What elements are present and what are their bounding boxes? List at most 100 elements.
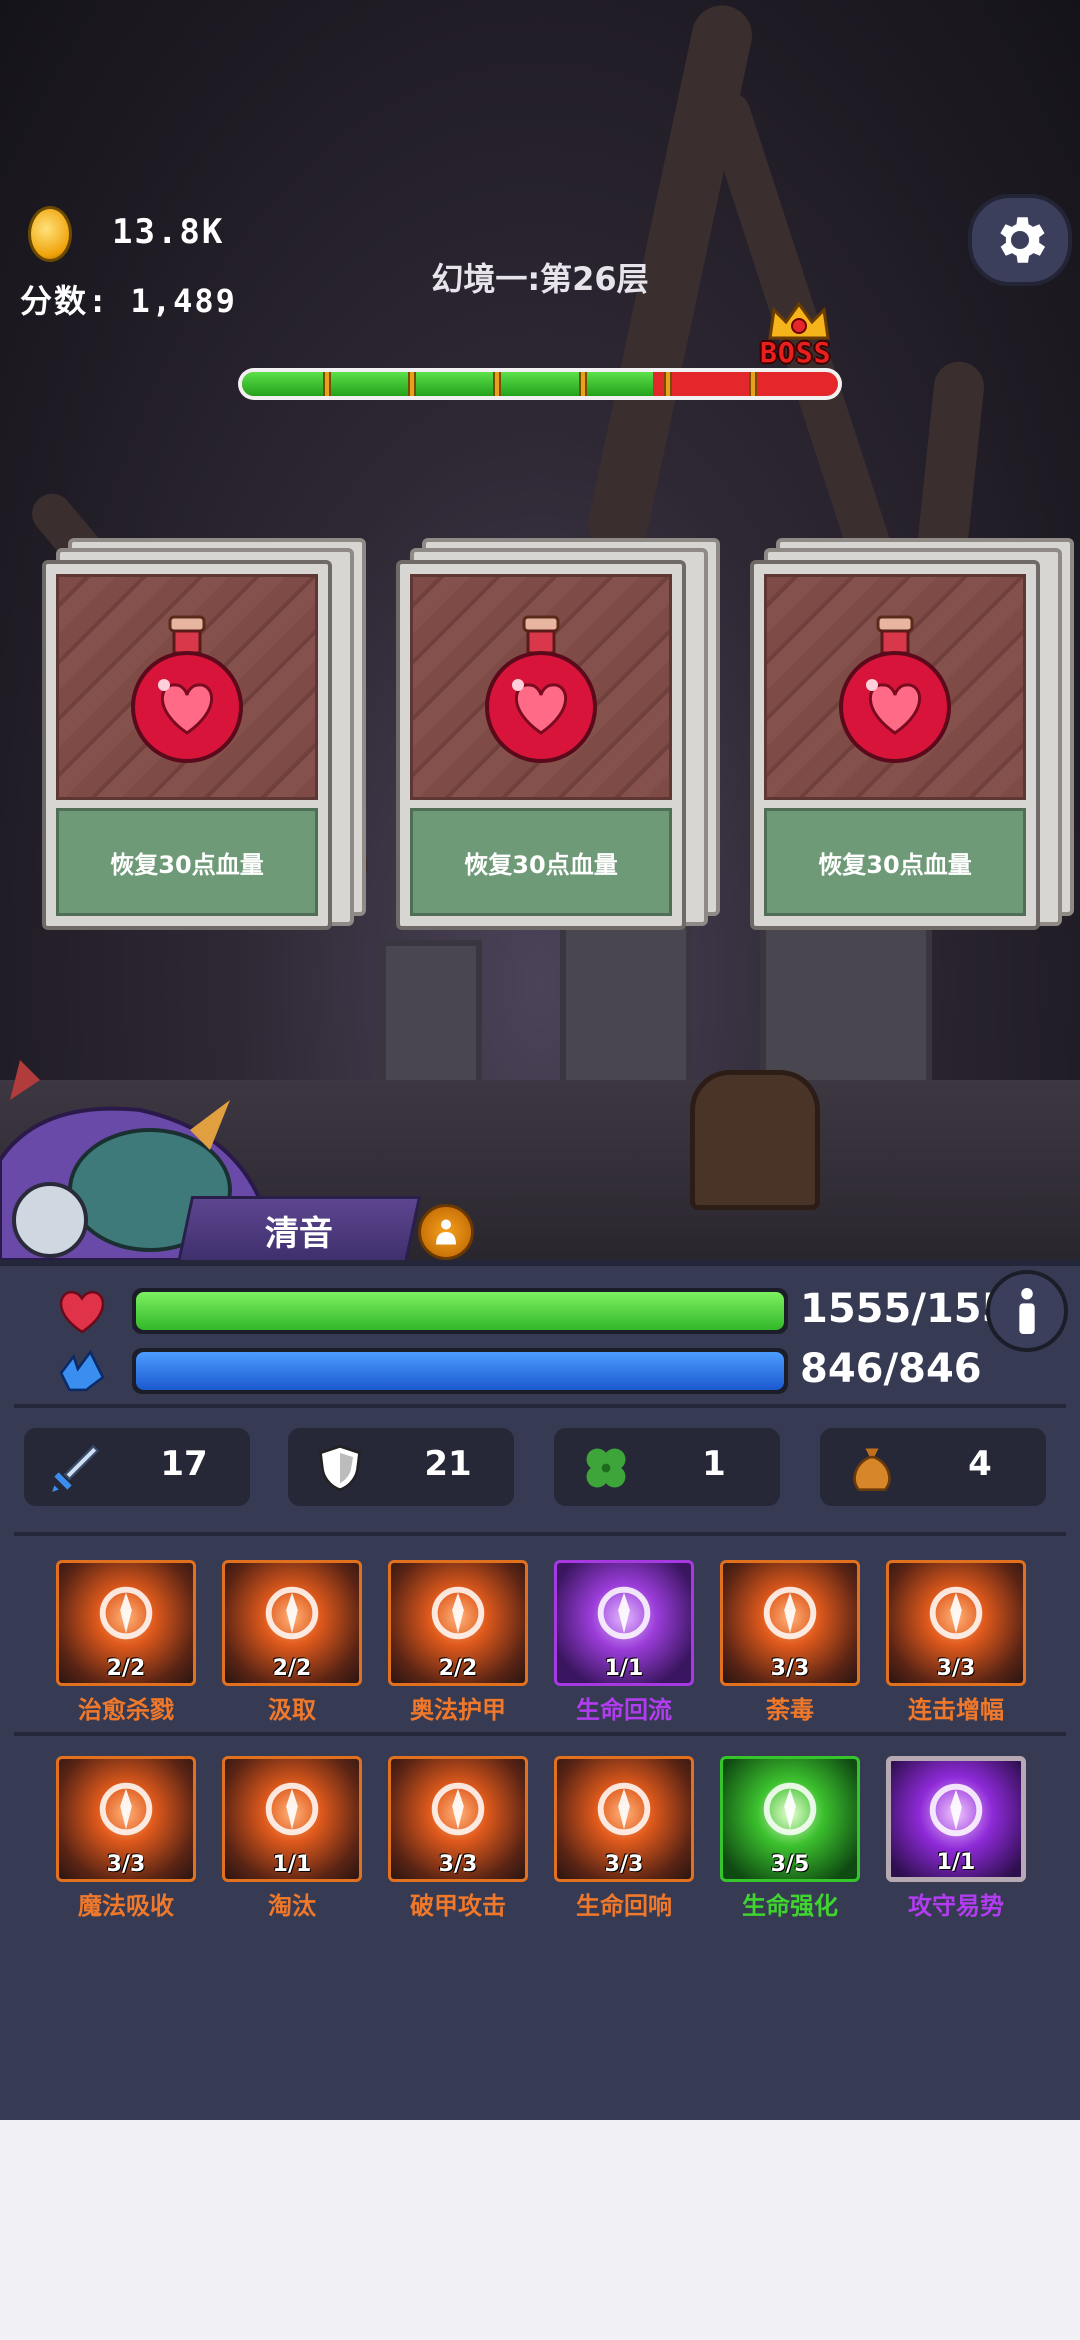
skill-tile[interactable]: 3/3 bbox=[886, 1560, 1026, 1686]
info-button[interactable] bbox=[986, 1270, 1068, 1352]
skill-count: 3/3 bbox=[770, 1656, 810, 1681]
bag-value: 4 bbox=[968, 1444, 992, 1484]
skill-name: 奥法护甲 bbox=[410, 1696, 506, 1724]
skill-tile[interactable]: 1/1 bbox=[222, 1756, 362, 1882]
skill-count: 2/2 bbox=[438, 1656, 478, 1681]
clover-icon bbox=[586, 1448, 626, 1488]
boss-marker: BOSS bbox=[760, 336, 832, 369]
skill-icon bbox=[431, 1783, 485, 1836]
skill-tile[interactable]: 2/2 bbox=[56, 1560, 196, 1686]
skill-tile[interactable]: 3/5 bbox=[720, 1756, 860, 1882]
level-progress-bar bbox=[238, 368, 842, 400]
skill-name: 治愈杀戮 bbox=[78, 1696, 174, 1724]
progress-tick bbox=[663, 372, 672, 396]
progress-tick bbox=[578, 372, 587, 396]
skill-count: 1/1 bbox=[936, 1850, 976, 1875]
skill-icon bbox=[929, 1587, 983, 1640]
skill-count: 3/3 bbox=[106, 1852, 146, 1877]
skill-icon bbox=[597, 1783, 651, 1836]
sword-icon bbox=[52, 1444, 100, 1492]
panel-divider bbox=[14, 1532, 1066, 1536]
level-progress-fill bbox=[242, 372, 654, 396]
defense-stat: 21 bbox=[288, 1428, 514, 1506]
reward-card-1[interactable]: 恢复30点血量 bbox=[42, 538, 366, 930]
stone-ruin bbox=[380, 940, 482, 1092]
level-title: 幻境一:第26层 bbox=[431, 260, 649, 298]
progress-tick bbox=[323, 372, 332, 396]
crown-icon bbox=[768, 301, 830, 340]
panel-divider bbox=[14, 1404, 1066, 1408]
skill-count: 3/3 bbox=[438, 1852, 478, 1877]
skill-name: 连击增幅 bbox=[908, 1696, 1004, 1724]
attack-value: 17 bbox=[160, 1444, 208, 1484]
defense-value: 21 bbox=[424, 1444, 472, 1484]
reward-card-label: 恢复30点血量 bbox=[410, 808, 672, 916]
skill-count: 3/5 bbox=[770, 1852, 810, 1877]
skill-tile[interactable]: 3/3 bbox=[56, 1756, 196, 1882]
heart-potion-icon bbox=[131, 615, 243, 763]
skill-count: 1/1 bbox=[604, 1656, 644, 1681]
skill-tile[interactable]: 3/3 bbox=[554, 1756, 694, 1882]
skill-tile[interactable]: 2/2 bbox=[222, 1560, 362, 1686]
heart-potion-icon bbox=[839, 615, 951, 763]
skill-name: 破甲攻击 bbox=[410, 1892, 506, 1920]
heart-icon bbox=[59, 1290, 105, 1334]
skill-icon bbox=[99, 1783, 153, 1836]
hero-class-badge[interactable] bbox=[418, 1204, 474, 1260]
skill-icon bbox=[597, 1587, 651, 1640]
skill-count: 1/1 bbox=[272, 1852, 312, 1877]
skill-icon bbox=[929, 1783, 983, 1836]
treasure-chest-icon bbox=[690, 1070, 820, 1210]
progress-tick bbox=[748, 372, 757, 396]
skill-name: 荼毒 bbox=[766, 1696, 814, 1724]
skill-tile[interactable]: 2/2 bbox=[388, 1560, 528, 1686]
person-icon bbox=[436, 1219, 456, 1245]
hero-name: 清音 bbox=[265, 1213, 333, 1254]
mp-value: 846/846 bbox=[800, 1346, 982, 1392]
attack-stat: 17 bbox=[24, 1428, 250, 1506]
skill-name: 淘汰 bbox=[268, 1892, 316, 1920]
gear-icon bbox=[1000, 217, 1046, 263]
skill-icon bbox=[431, 1587, 485, 1640]
skill-tile[interactable]: 3/3 bbox=[720, 1560, 860, 1686]
mp-bar-fill bbox=[136, 1352, 784, 1390]
skill-count: 2/2 bbox=[106, 1656, 146, 1681]
skill-tile[interactable]: 1/1 bbox=[554, 1560, 694, 1686]
skill-name: 生命回响 bbox=[576, 1892, 672, 1920]
hp-value: 1555/1555 bbox=[800, 1286, 996, 1332]
skill-name: 魔法吸收 bbox=[78, 1892, 174, 1920]
shield-icon bbox=[319, 1444, 361, 1492]
bag-stat: 4 bbox=[820, 1428, 1046, 1506]
settings-button[interactable] bbox=[968, 194, 1072, 286]
coin-count: 13.8K bbox=[112, 212, 225, 252]
skill-tile[interactable]: 3/3 bbox=[388, 1756, 528, 1882]
hp-row: 1555/1555 bbox=[0, 1284, 1080, 1338]
reward-card-label: 恢复30点血量 bbox=[56, 808, 318, 916]
hero-name-tag: 清音 bbox=[176, 1196, 422, 1264]
mana-crystal-icon bbox=[59, 1349, 105, 1392]
skill-count: 3/3 bbox=[604, 1852, 644, 1877]
info-icon bbox=[1019, 1288, 1035, 1334]
skill-name: 汲取 bbox=[268, 1696, 316, 1724]
skill-icon bbox=[763, 1783, 817, 1836]
reward-card-3[interactable]: 恢复30点血量 bbox=[750, 538, 1074, 930]
skill-name: 生命回流 bbox=[576, 1696, 672, 1724]
luck-value: 1 bbox=[702, 1444, 726, 1484]
skill-count: 3/3 bbox=[936, 1656, 976, 1681]
skill-count: 2/2 bbox=[272, 1656, 312, 1681]
reward-card-label: 恢复30点血量 bbox=[764, 808, 1026, 916]
skill-icon bbox=[99, 1587, 153, 1640]
hp-bar-fill bbox=[136, 1292, 784, 1330]
heart-potion-icon bbox=[485, 615, 597, 763]
skill-icon bbox=[265, 1587, 319, 1640]
skill-icon bbox=[763, 1587, 817, 1640]
luck-stat: 1 bbox=[554, 1428, 780, 1506]
skill-icon bbox=[265, 1783, 319, 1836]
skill-tile[interactable]: 1/1 bbox=[886, 1756, 1026, 1882]
mp-row: 846/846 bbox=[0, 1344, 1080, 1398]
panel-divider bbox=[14, 1732, 1066, 1736]
reward-card-2[interactable]: 恢复30点血量 bbox=[396, 538, 720, 930]
money-bag-icon bbox=[853, 1448, 891, 1491]
progress-tick bbox=[493, 372, 502, 396]
progress-tick bbox=[408, 372, 417, 396]
